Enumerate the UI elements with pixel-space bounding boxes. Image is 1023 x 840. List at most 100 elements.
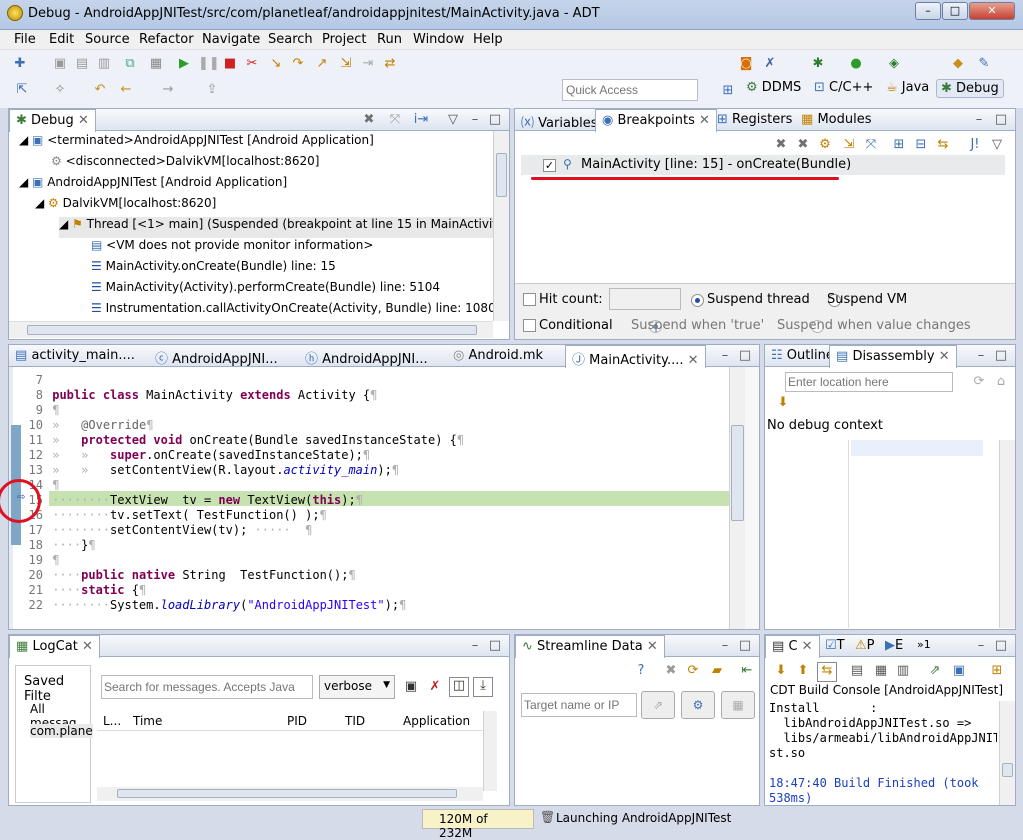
toggle-filters-icon[interactable]: ◫	[449, 677, 469, 697]
menu-navigate[interactable]: Navigate	[202, 32, 260, 47]
step-mode-icon[interactable]: i⇥	[413, 112, 429, 128]
conditional-checkbox[interactable]	[523, 319, 536, 332]
tab-executables[interactable]: ▶E	[883, 635, 905, 657]
suspend-icon[interactable]: ❚❚	[198, 56, 220, 72]
back-icon[interactable]: ←	[118, 82, 134, 98]
tree-row-monitor[interactable]: ▤ <VM does not provide monitor informati…	[91, 238, 373, 259]
disasm-vscrollbar[interactable]	[999, 440, 1015, 628]
tab-jni-c[interactable]: ⓒ AndroidAppJNI...	[149, 345, 284, 367]
maximize-view-icon[interactable]: □	[993, 638, 1009, 654]
breakpoint-checkbox[interactable]: ✓	[543, 159, 556, 172]
close-tab-icon[interactable]: ✕	[647, 639, 658, 654]
scroll-lock-icon[interactable]: ▥	[895, 663, 911, 679]
new-icon[interactable]: ✚	[12, 56, 28, 72]
home-icon[interactable]: ⌂	[993, 374, 1009, 390]
perspective-ddms[interactable]: ⚙ DDMS	[746, 80, 801, 95]
menu-refactor[interactable]: Refactor	[139, 32, 194, 47]
menu-file[interactable]: File	[14, 32, 36, 47]
save-log-icon[interactable]: ▣	[403, 679, 419, 695]
tab-variables[interactable]: ⒳ Variables	[515, 109, 604, 131]
minimize-view-icon[interactable]: –	[973, 348, 989, 364]
console-output[interactable]: Install : libAndroidAppJNITest.so => lib…	[769, 701, 997, 805]
close-tab-icon[interactable]: ✕	[82, 639, 93, 654]
tree-row-disconnected[interactable]: ⚙ <disconnected>DalvikVM[localhost:8620]	[51, 154, 319, 175]
close-button[interactable]: ✕	[969, 2, 1015, 20]
target-input[interactable]	[521, 693, 637, 717]
tab-problems[interactable]: ⚠P	[853, 635, 877, 657]
go-to-file-icon[interactable]: ⇲	[841, 137, 857, 153]
hit-count-checkbox[interactable]	[523, 293, 536, 306]
tab-logcat[interactable]: ▦ LogCat ✕	[9, 635, 100, 658]
open-folder-icon[interactable]: ▰	[709, 663, 725, 679]
menu-help[interactable]: Help	[473, 32, 503, 47]
logcat-hscrollbar[interactable]	[97, 787, 483, 801]
logcat-vscrollbar[interactable]	[483, 711, 497, 791]
log-level-select[interactable]: verbose ▼	[319, 675, 395, 699]
run-icon[interactable]: ●	[848, 56, 864, 72]
tab-console[interactable]: ▤ C ✕	[765, 635, 820, 658]
display-console-icon[interactable]: ▣	[951, 663, 967, 679]
stack-frame[interactable]: ☰ Instrumentation.callActivityOnCreate(A…	[91, 301, 493, 322]
tab-modules[interactable]: ▦ Modules	[795, 109, 877, 131]
tab-tasks[interactable]: ☑T	[823, 635, 847, 657]
filter-com-plane[interactable]: com.plane	[30, 724, 93, 738]
minimize-view-icon[interactable]: –	[717, 638, 733, 654]
show-error-icon[interactable]: ⇆	[817, 662, 837, 682]
column-level[interactable]: L...	[103, 714, 121, 728]
stack-frame[interactable]: ☰ MainActivity(Activity).performCreate(B…	[91, 280, 440, 301]
maximize-view-icon[interactable]: □	[487, 112, 503, 128]
import-icon[interactable]: ⇤	[739, 663, 755, 679]
save-all-icon[interactable]: ▤	[74, 56, 90, 72]
link-icon[interactable]: ⇆	[935, 137, 951, 153]
expand-all-icon[interactable]: ⊞	[891, 137, 907, 153]
copy-icon[interactable]: ▤	[849, 663, 865, 679]
column-pid[interactable]: PID	[287, 714, 307, 728]
menu-window[interactable]: Window	[413, 32, 464, 47]
hscroll-thumb[interactable]	[27, 325, 477, 335]
build-icon[interactable]: ▦	[148, 56, 164, 72]
forward-icon[interactable]: →	[160, 82, 176, 98]
maximize-view-icon[interactable]: □	[737, 638, 753, 654]
menu-source[interactable]: Source	[85, 32, 130, 47]
maximize-view-icon[interactable]: □	[487, 638, 503, 654]
console-vscrollbar[interactable]	[999, 701, 1015, 805]
clear-console-icon[interactable]: ▦	[873, 663, 889, 679]
remove-launches-icon[interactable]: ✖	[361, 112, 377, 128]
tab-activity-main[interactable]: ▤ activity_main....	[9, 345, 141, 367]
step-over-icon[interactable]: ↷	[290, 56, 306, 72]
hit-count-input[interactable]	[609, 288, 681, 310]
rss-icon[interactable]: ◙	[738, 56, 754, 72]
menu-project[interactable]: Project	[322, 32, 366, 47]
scroll-thumb[interactable]	[1002, 763, 1013, 777]
debug-vscrollbar[interactable]	[493, 131, 509, 321]
tree-row-thread[interactable]: ◢ ⚑ Thread [<1> main] (Suspended (breakp…	[59, 217, 493, 238]
suspend-thread-radio[interactable]	[691, 294, 704, 307]
search-tool-icon[interactable]: ✎	[976, 56, 992, 72]
settings-button[interactable]: ⚙	[681, 691, 715, 719]
collapse-all-icon[interactable]: ⊟	[913, 137, 929, 153]
save-icon[interactable]: ▣	[52, 56, 68, 72]
maximize-view-icon[interactable]: □	[737, 348, 753, 364]
stack-frame[interactable]: ☰ MainActivity.onCreate(Bundle) line: 15	[91, 259, 336, 280]
pin-icon[interactable]: ⇪	[204, 82, 220, 98]
pin-console-icon[interactable]: ⇗	[927, 663, 943, 679]
tab-breakpoints[interactable]: ◉ Breakpoints ✕	[595, 109, 717, 132]
tab-disassembly[interactable]: ▤ Disassembly ✕	[829, 345, 957, 368]
minimize-view-icon[interactable]: –	[971, 112, 987, 128]
view-menu-icon[interactable]: ▽	[445, 112, 461, 128]
close-tab-icon[interactable]: ✕	[939, 349, 950, 364]
terminate-icon[interactable]: ■	[222, 56, 238, 72]
annotation-icon[interactable]: ✧	[52, 82, 68, 98]
clear-log-icon[interactable]: ✗	[427, 679, 443, 695]
tree-row-app[interactable]: ◢ ▣ AndroidAppJNITest [Android Applicati…	[19, 175, 287, 196]
skip-all-icon[interactable]: ⤧	[863, 137, 879, 153]
delete-icon[interactable]: ✖	[663, 663, 679, 679]
scroll-thumb[interactable]	[496, 153, 507, 197]
perspective-java[interactable]: ☕ Java	[886, 80, 929, 95]
scroll-lock-icon[interactable]: ⤓	[473, 677, 493, 697]
maximize-view-icon[interactable]: □	[993, 348, 1009, 364]
location-input[interactable]	[785, 372, 953, 392]
help-icon[interactable]: ?	[633, 663, 649, 679]
minimize-view-icon[interactable]: –	[717, 348, 733, 364]
instruction-step-icon[interactable]: ⇄	[382, 56, 398, 72]
